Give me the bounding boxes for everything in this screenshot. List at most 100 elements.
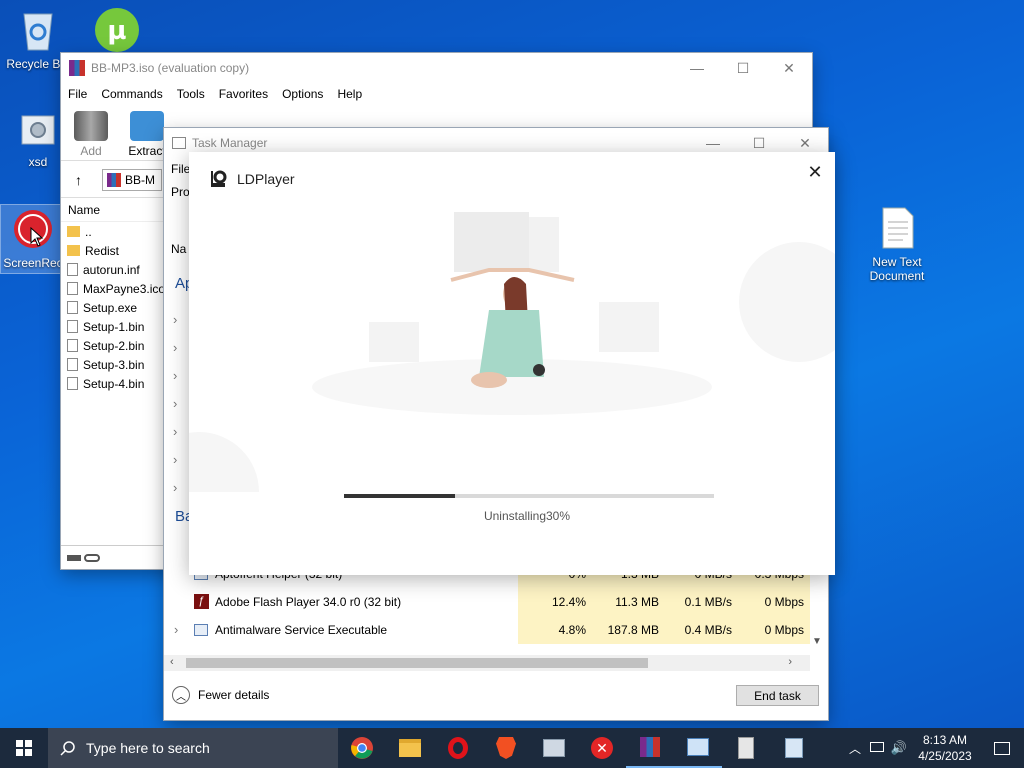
taskbar: Type here to search ✕ ︿ 🔊 8:13 AM 4/25/2… [0, 728, 1024, 768]
menu-tools[interactable]: Tools [177, 87, 205, 101]
close-button[interactable]: ✕ [766, 53, 812, 83]
chevron-right-icon[interactable]: › [173, 474, 177, 502]
ldplayer-dialog[interactable]: LDPlayer ✕ Uninstalling30% [189, 152, 835, 575]
key-icon [84, 553, 100, 562]
file-row[interactable]: Setup.exe [61, 298, 164, 317]
ldplayer-close-button[interactable]: ✕ [805, 162, 825, 182]
file-row[interactable]: MaxPayne3.ico [61, 279, 164, 298]
column-header-name[interactable]: Name [61, 198, 164, 222]
volume-icon[interactable]: 🔊 [888, 740, 910, 756]
path-field[interactable]: BB-M [102, 169, 162, 191]
chevron-right-icon[interactable]: › [173, 362, 177, 390]
disk-cell: 0.4 MB/s [665, 616, 738, 644]
taskbar-opera[interactable] [434, 728, 482, 768]
chevron-right-icon[interactable]: › [173, 334, 177, 362]
menu-help[interactable]: Help [337, 87, 362, 101]
file-row[interactable]: Setup-3.bin [61, 355, 164, 374]
windows-logo-icon [16, 740, 32, 756]
chevron-right-icon[interactable]: › [173, 390, 177, 418]
up-arrow-icon[interactable]: ↑ [75, 172, 82, 188]
file-name: Setup-4.bin [83, 376, 145, 391]
red-x-icon: ✕ [591, 737, 613, 759]
network-icon[interactable] [866, 741, 888, 755]
menu-favorites[interactable]: Favorites [219, 87, 268, 101]
winrar-titlebar[interactable]: BB-MP3.iso (evaluation copy) — ☐ ✕ [61, 53, 812, 83]
utorrent-desktop-icon[interactable]: µ [93, 8, 141, 55]
chevron-right-icon[interactable]: › [173, 306, 177, 334]
winrar-menubar: File Commands Tools Favorites Options He… [61, 83, 812, 105]
tm-menu-file[interactable]: File [171, 162, 190, 176]
clock[interactable]: 8:13 AM 4/25/2023 [910, 732, 980, 764]
file-row[interactable]: Setup-4.bin [61, 374, 164, 393]
chevron-right-icon[interactable]: › [173, 446, 177, 474]
winrar-title: BB-MP3.iso (evaluation copy) [91, 61, 250, 75]
process-name: Adobe Flash Player 34.0 r0 (32 bit) [215, 595, 402, 609]
minimize-button[interactable]: — [674, 53, 720, 83]
winrar-app-icon [69, 60, 85, 76]
tm-col-name[interactable]: Na [171, 242, 186, 256]
memory-cell: 187.8 MB [592, 616, 665, 644]
file-name: autorun.inf [83, 262, 140, 277]
file-name: .. [85, 224, 92, 239]
memory-cell: 11.3 MB [592, 588, 665, 616]
chevron-up-icon[interactable]: ︿ [844, 740, 866, 757]
taskbar-task-manager[interactable] [674, 728, 722, 768]
chevron-up-circle-icon: ︿ [172, 686, 190, 704]
menu-commands[interactable]: Commands [101, 87, 162, 101]
file-row[interactable]: .. [61, 222, 164, 241]
file-name: Setup-3.bin [83, 357, 145, 372]
file-icon [67, 301, 78, 314]
vertical-scroll-down-arrow[interactable]: ▼ [812, 636, 822, 647]
extract-button[interactable]: Extract [125, 111, 169, 158]
fewer-details-toggle[interactable]: ︿ Fewer details [172, 686, 269, 704]
file-icon [67, 377, 78, 390]
menu-options[interactable]: Options [282, 87, 323, 101]
file-icon [67, 320, 78, 333]
opera-icon [448, 737, 468, 759]
file-name: MaxPayne3.ico [83, 281, 164, 296]
file-row[interactable]: Setup-1.bin [61, 317, 164, 336]
scroll-thumb[interactable] [186, 658, 648, 668]
extract-folder-icon [130, 111, 164, 141]
taskbar-winrar[interactable] [626, 728, 674, 768]
start-button[interactable] [0, 728, 48, 768]
notifications-button[interactable] [980, 728, 1024, 768]
disk-cell: 0.1 MB/s [665, 588, 738, 616]
recycle-bin-icon [785, 738, 803, 758]
taskbar-recycle-bin[interactable] [770, 728, 818, 768]
taskbar-brave[interactable] [482, 728, 530, 768]
tab-processes[interactable]: Pro [171, 185, 190, 199]
clock-date: 4/25/2023 [918, 749, 972, 763]
status-bar [61, 545, 164, 569]
chevron-right-icon[interactable]: › [174, 622, 178, 637]
process-row[interactable]: ƒ Adobe Flash Player 34.0 r0 (32 bit) 12… [164, 588, 810, 616]
network-cell: 0 Mbps [738, 588, 810, 616]
file-row[interactable]: autorun.inf [61, 260, 164, 279]
taskbar-app-9[interactable] [722, 728, 770, 768]
cpu-cell: 12.4% [518, 588, 592, 616]
system-tray: ︿ 🔊 8:13 AM 4/25/2023 [844, 728, 1024, 768]
scroll-right-arrow[interactable]: › [788, 656, 792, 668]
drive-icon [67, 554, 81, 561]
uninstall-illustration [189, 212, 835, 492]
process-row[interactable]: › Antimalware Service Executable 4.8% 18… [164, 616, 810, 644]
menu-file[interactable]: File [68, 87, 87, 101]
chrome-icon [351, 737, 373, 759]
add-button[interactable]: Add [69, 111, 113, 158]
end-task-button[interactable]: End task [736, 685, 819, 706]
taskbar-chrome[interactable] [338, 728, 386, 768]
taskbar-app-5[interactable] [530, 728, 578, 768]
taskbar-search-box[interactable]: Type here to search [48, 728, 338, 768]
scroll-left-arrow[interactable]: ‹ [170, 656, 174, 668]
taskbar-file-explorer[interactable] [386, 728, 434, 768]
file-icon [67, 263, 78, 276]
horizontal-scrollbar[interactable]: ‹ › [164, 655, 810, 671]
chevron-right-icon[interactable]: › [173, 418, 177, 446]
new-text-document-desktop-icon[interactable]: New Text Document [861, 206, 933, 283]
file-row[interactable]: Redist [61, 241, 164, 260]
task-manager-app-icon [172, 137, 186, 149]
taskbar-app-6[interactable]: ✕ [578, 728, 626, 768]
maximize-button[interactable]: ☐ [720, 53, 766, 83]
file-row[interactable]: Setup-2.bin [61, 336, 164, 355]
folder-icon [67, 226, 80, 237]
